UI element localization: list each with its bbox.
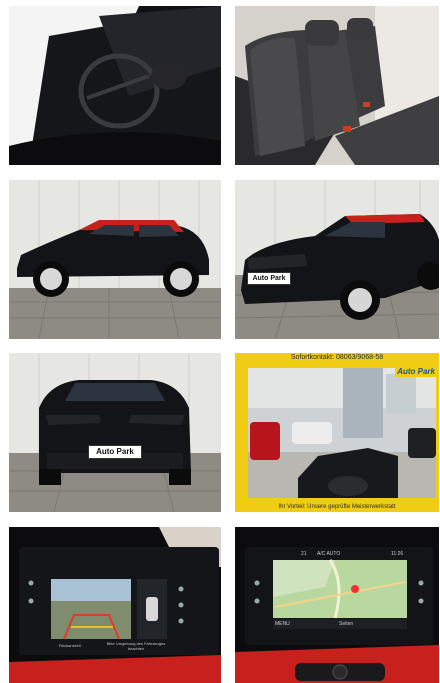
car-front-photo-icon <box>235 180 439 339</box>
photo-front-view[interactable]: Auto Park <box>9 353 221 512</box>
photo-dealer-workshop[interactable]: Sofortkontakt: 08063/9068-58 Auto Park I… <box>235 353 439 512</box>
screen-photo-icon <box>9 527 221 683</box>
dealer-contact-header: Sofortkontakt: 08063/9068-58 <box>290 354 384 361</box>
photo-badge-closeup[interactable] <box>9 6 221 165</box>
photo-infotainment-navigation[interactable]: 21 A/C AUTO 11:26 MENU Seiten <box>235 527 439 683</box>
workshop-photo-icon <box>248 368 436 498</box>
camera-view-label: Rückansicht <box>59 643 81 648</box>
nav-settings-label: Seiten <box>339 621 354 627</box>
camera-caption: Bitte Umgebung des Fahrzeuges beachten <box>106 641 166 651</box>
nav-temp-number: 21 <box>301 551 307 557</box>
license-plate: Auto Park <box>88 445 142 459</box>
photo-rear-seats[interactable] <box>235 6 439 165</box>
car-front-photo-icon <box>9 353 221 512</box>
photo-front-three-quarter[interactable]: Auto Park <box>235 180 439 339</box>
car-side-photo-icon <box>9 180 221 339</box>
dealer-logo: Auto Park <box>395 366 437 377</box>
photo-side-view[interactable] <box>9 180 221 339</box>
nav-menu-label: MENU <box>275 621 290 627</box>
photo-infotainment-camera[interactable]: Rückansicht Bitte Umgebung des Fahrzeuge… <box>9 527 221 683</box>
nav-ac-status: A/C AUTO <box>317 551 341 557</box>
nav-clock: 11:26 <box>391 551 404 557</box>
car-emblem-photo-icon <box>9 6 221 165</box>
car-seat-photo-icon <box>235 6 439 165</box>
dealer-footer: Ihr Vorteil: Unsere geprüfte Meisterwerk… <box>278 504 396 510</box>
license-plate: Auto Park <box>247 272 291 285</box>
